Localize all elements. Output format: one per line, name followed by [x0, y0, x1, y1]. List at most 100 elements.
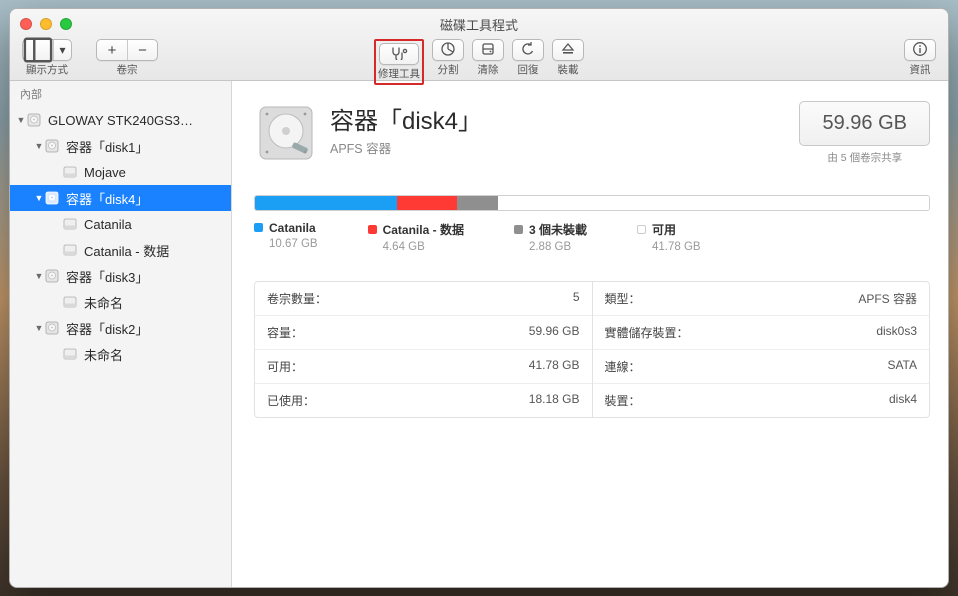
sidebar-item[interactable]: Mojave	[10, 159, 231, 185]
hdd-icon	[44, 190, 60, 206]
usage-segment	[498, 196, 929, 210]
usage-segment	[255, 196, 397, 210]
partition-label: 分割	[438, 62, 459, 77]
disk-hero-icon	[254, 101, 318, 165]
stethoscope-icon	[390, 46, 408, 63]
legend-item: Catanila - 数据4.64 GB	[368, 221, 464, 253]
info-key: 類型：	[605, 290, 641, 307]
capacity-box: 59.96 GB	[799, 101, 930, 146]
mount-label: 裝載	[558, 62, 579, 77]
chevron-down-icon[interactable]: ▾	[53, 40, 71, 60]
sidebar-item[interactable]: ▼ 容器「disk2」	[10, 315, 231, 341]
info-key: 卷宗數量：	[267, 290, 327, 307]
partition-button[interactable]	[432, 39, 464, 61]
toolbar: ▾ 顯示方式 + − 卷宗 修理工具	[10, 37, 948, 81]
info-key: 容量：	[267, 324, 303, 341]
sidebar-item-label: 容器「disk2」	[66, 319, 148, 338]
titlebar: 磁碟工具程式 ▾ 顯示方式 + − 卷宗	[10, 9, 948, 81]
mount-button[interactable]	[552, 39, 584, 61]
info-row: 容量： 59.96 GB	[255, 315, 592, 349]
sidebar-item[interactable]: 未命名	[10, 341, 231, 367]
sidebar-item[interactable]: ▼ 容器「disk4」	[10, 185, 231, 211]
legend-swatch	[514, 225, 523, 234]
sidebar-item[interactable]: ▼ 容器「disk3」	[10, 263, 231, 289]
volume-label: 卷宗	[117, 62, 138, 77]
info-value: 59.96 GB	[529, 324, 580, 341]
info-row: 卷宗數量：5	[255, 282, 592, 315]
sidebar-item[interactable]: ▼ 容器「disk1」	[10, 133, 231, 159]
volume-icon	[62, 346, 78, 362]
sidebar-item[interactable]: Catanila - 数据	[10, 237, 231, 263]
plus-icon[interactable]: +	[97, 40, 127, 60]
usage-segment	[457, 196, 497, 210]
sidebar-item-label: 未命名	[84, 345, 123, 364]
legend-value: 2.88 GB	[529, 241, 587, 253]
volume-icon	[62, 294, 78, 310]
window-title: 磁碟工具程式	[10, 15, 948, 34]
disclosure-triangle[interactable]: ▼	[34, 323, 44, 333]
sidebar-item[interactable]: Catanila	[10, 211, 231, 237]
first-aid-button[interactable]	[379, 43, 419, 65]
sidebar: 內部 ▼ GLOWAY STK240GS3… ▼ 容器「disk1」 Mojave ▼ 容器…	[10, 81, 232, 587]
eject-icon	[561, 42, 575, 59]
info-value: 18.18 GB	[529, 392, 580, 409]
disk-subtitle: APFS 容器	[330, 138, 482, 157]
restore-button[interactable]	[512, 39, 544, 61]
sidebar-section-header: 內部	[10, 81, 231, 107]
legend-value: 4.64 GB	[383, 241, 464, 253]
view-mode-segment[interactable]: ▾	[22, 39, 72, 61]
sidebar-item-label: 容器「disk4」	[66, 189, 148, 208]
info-icon	[912, 41, 928, 60]
disclosure-triangle[interactable]: ▼	[34, 193, 44, 203]
info-key: 可用：	[267, 358, 303, 375]
info-row: 實體儲存裝置： disk0s3	[593, 315, 930, 349]
hdd-icon	[26, 112, 42, 128]
disclosure-triangle[interactable]: ▼	[34, 141, 44, 151]
undo-icon	[520, 41, 536, 60]
usage-segment	[397, 196, 458, 210]
legend-item: 可用41.78 GB	[637, 221, 701, 253]
info-key: 連線：	[605, 358, 641, 375]
volume-segment[interactable]: + −	[96, 39, 158, 61]
info-label: 資訊	[910, 62, 931, 77]
sidebar-item[interactable]: 未命名	[10, 289, 231, 315]
volume-icon	[62, 216, 78, 232]
info-row: 連線：SATA	[593, 349, 930, 383]
info-row: 已使用：18.18 GB	[255, 383, 592, 417]
disk-utility-window: 磁碟工具程式 ▾ 顯示方式 + − 卷宗	[9, 8, 949, 588]
legend-value: 10.67 GB	[269, 238, 318, 250]
erase-label: 清除	[478, 62, 499, 77]
sidebar-item-label: 容器「disk3」	[66, 267, 148, 286]
usage-legend: Catanila10.67 GBCatanila - 数据4.64 GB3 個未…	[254, 221, 930, 253]
disk-title: 容器「disk4」	[330, 101, 482, 136]
legend-swatch	[254, 223, 263, 232]
sidebar-item-label: Catanila - 数据	[84, 241, 169, 260]
legend-name: 3 個未裝載	[529, 223, 587, 237]
sidebar-item-label: 容器「disk1」	[66, 137, 148, 156]
legend-swatch	[637, 225, 646, 234]
volume-icon	[62, 242, 78, 258]
legend-name: 可用	[652, 223, 676, 237]
info-value: disk4	[889, 392, 917, 409]
info-value: APFS 容器	[858, 290, 917, 307]
info-row: 可用： 41.78 GB	[255, 349, 592, 383]
sidebar-item-label: Mojave	[84, 165, 126, 180]
minus-icon[interactable]: −	[127, 40, 157, 60]
usage-bar	[254, 195, 930, 211]
info-row: 裝置： disk4	[593, 383, 930, 417]
info-key: 實體儲存裝置：	[605, 324, 689, 341]
info-key: 裝置：	[605, 392, 641, 409]
erase-button[interactable]	[472, 39, 504, 61]
hdd-icon	[44, 320, 60, 336]
sidebar-item[interactable]: ▼ GLOWAY STK240GS3…	[10, 107, 231, 133]
info-value: 41.78 GB	[529, 358, 580, 375]
info-value: disk0s3	[876, 324, 917, 341]
sidebar-item-label: GLOWAY STK240GS3…	[48, 113, 193, 128]
hdd-icon	[44, 138, 60, 154]
info-row: 類型： APFS 容器	[593, 282, 930, 315]
info-button[interactable]	[904, 39, 936, 61]
disclosure-triangle[interactable]: ▼	[16, 115, 26, 125]
sidebar-layout-icon[interactable]	[23, 40, 53, 60]
disclosure-triangle[interactable]: ▼	[34, 271, 44, 281]
capacity-subtext: 由 5 個卷宗共享	[799, 150, 930, 165]
